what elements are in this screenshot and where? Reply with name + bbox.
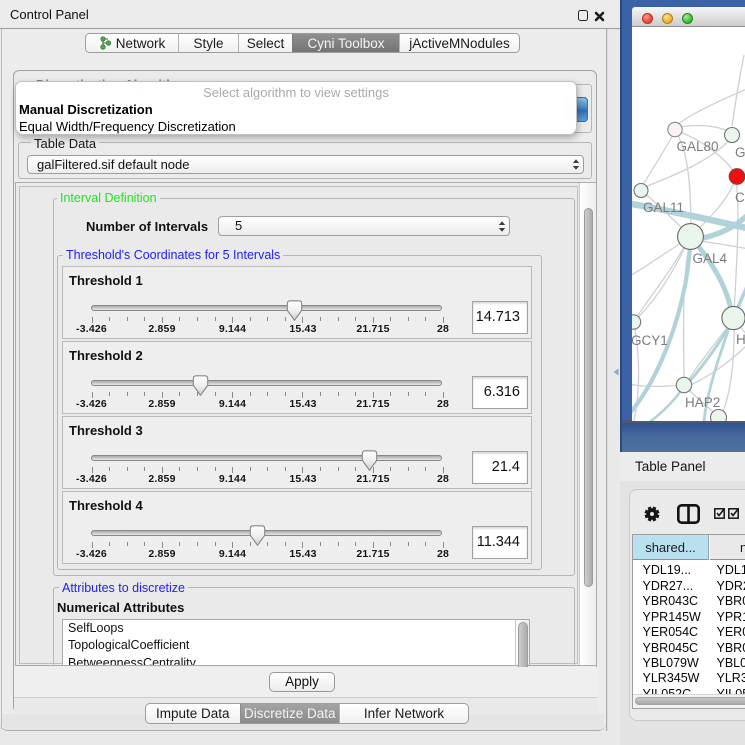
svg-text:GAL4: GAL4 <box>693 251 728 266</box>
svg-text:GA: GA <box>735 145 745 160</box>
svg-text:GCY1: GCY1 <box>632 333 668 348</box>
svg-text:H: H <box>736 332 745 347</box>
svg-text:HAP2: HAP2 <box>685 395 720 410</box>
svg-text:C: C <box>735 190 745 205</box>
svg-text:GAL11: GAL11 <box>643 200 684 215</box>
svg-text:GAL80: GAL80 <box>677 139 719 154</box>
